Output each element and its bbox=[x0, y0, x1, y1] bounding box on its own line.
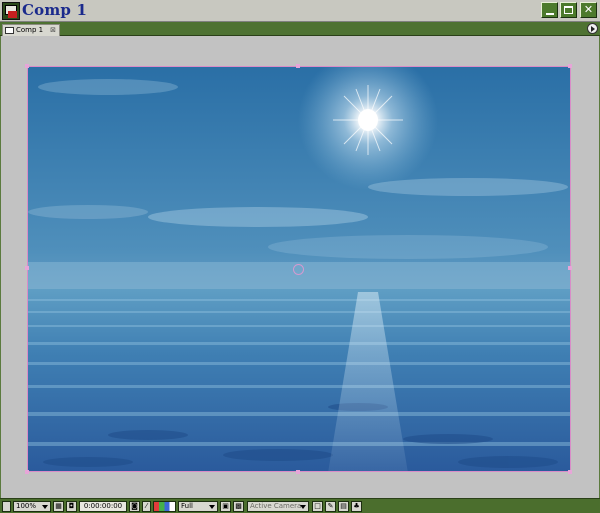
camera-view-value: Active Camera bbox=[250, 502, 302, 510]
resolution-select[interactable]: Full bbox=[178, 501, 218, 512]
tab-label: Comp 1 bbox=[16, 26, 44, 34]
region-of-interest-icon[interactable]: ▣ bbox=[220, 501, 231, 512]
close-button[interactable]: ✕ bbox=[580, 2, 597, 18]
tab-close-icon[interactable]: ⊠ bbox=[50, 25, 56, 35]
magnification-value: 100% bbox=[16, 502, 37, 510]
view-layout-icon[interactable]: □ bbox=[312, 501, 323, 512]
always-preview-button[interactable] bbox=[2, 501, 11, 512]
frame-handle-top-right[interactable] bbox=[568, 64, 572, 68]
channel-color-swatch[interactable] bbox=[153, 501, 176, 512]
title-bar[interactable]: Comp 1 ✕ bbox=[0, 0, 600, 22]
frame-handle-middle-right[interactable] bbox=[568, 266, 572, 270]
snapshot-icon[interactable]: ◘ bbox=[66, 501, 77, 512]
resolution-value: Full bbox=[181, 502, 193, 510]
panel-menu-arrow-icon[interactable] bbox=[587, 23, 598, 34]
minimize-icon bbox=[545, 13, 554, 15]
timecode-value: 0:00:00:00 bbox=[83, 502, 123, 510]
frame-handle-bottom-left[interactable] bbox=[25, 470, 29, 474]
window-title: Comp 1 bbox=[22, 1, 88, 19]
frame-handle-middle-left[interactable] bbox=[25, 266, 29, 270]
transparency-grid-icon[interactable]: ▩ bbox=[233, 501, 244, 512]
composition-app-icon[interactable] bbox=[2, 2, 20, 20]
show-channel-icon[interactable]: ⁄ bbox=[142, 501, 151, 512]
magnification-select[interactable]: 100% bbox=[13, 501, 51, 512]
timeline-icon[interactable]: ▤ bbox=[338, 501, 349, 512]
active-camera-select[interactable]: Active Camera bbox=[247, 501, 309, 512]
tab-comp-1[interactable]: Comp 1 ⊠ bbox=[2, 24, 60, 36]
composition-tab-icon bbox=[5, 27, 14, 34]
composition-viewer[interactable] bbox=[0, 36, 600, 498]
camera-snapshot-icon[interactable]: ◙ bbox=[129, 501, 140, 512]
frame-handle-bottom-center[interactable] bbox=[296, 470, 300, 474]
frame-handle-top-left[interactable] bbox=[25, 64, 29, 68]
frame-handle-bottom-right[interactable] bbox=[568, 470, 572, 474]
maximize-button[interactable] bbox=[560, 2, 577, 18]
fast-previews-icon[interactable]: ✎ bbox=[325, 501, 336, 512]
current-time-display[interactable]: 0:00:00:00 bbox=[79, 501, 127, 512]
tab-strip: Comp 1 ⊠ bbox=[0, 22, 600, 36]
minimize-button[interactable] bbox=[541, 2, 558, 18]
grid-icon[interactable]: ▦ bbox=[53, 501, 64, 512]
close-icon: ✕ bbox=[583, 3, 594, 16]
frame-handle-top-center[interactable] bbox=[296, 64, 300, 68]
flowchart-icon[interactable]: ♣ bbox=[351, 501, 362, 512]
viewer-toolbar: 100% ▦ ◘ 0:00:00:00 ◙ ⁄ Full ▣ ▩ Active … bbox=[0, 498, 600, 513]
anchor-point-icon[interactable] bbox=[293, 264, 304, 275]
maximize-icon bbox=[564, 6, 573, 14]
